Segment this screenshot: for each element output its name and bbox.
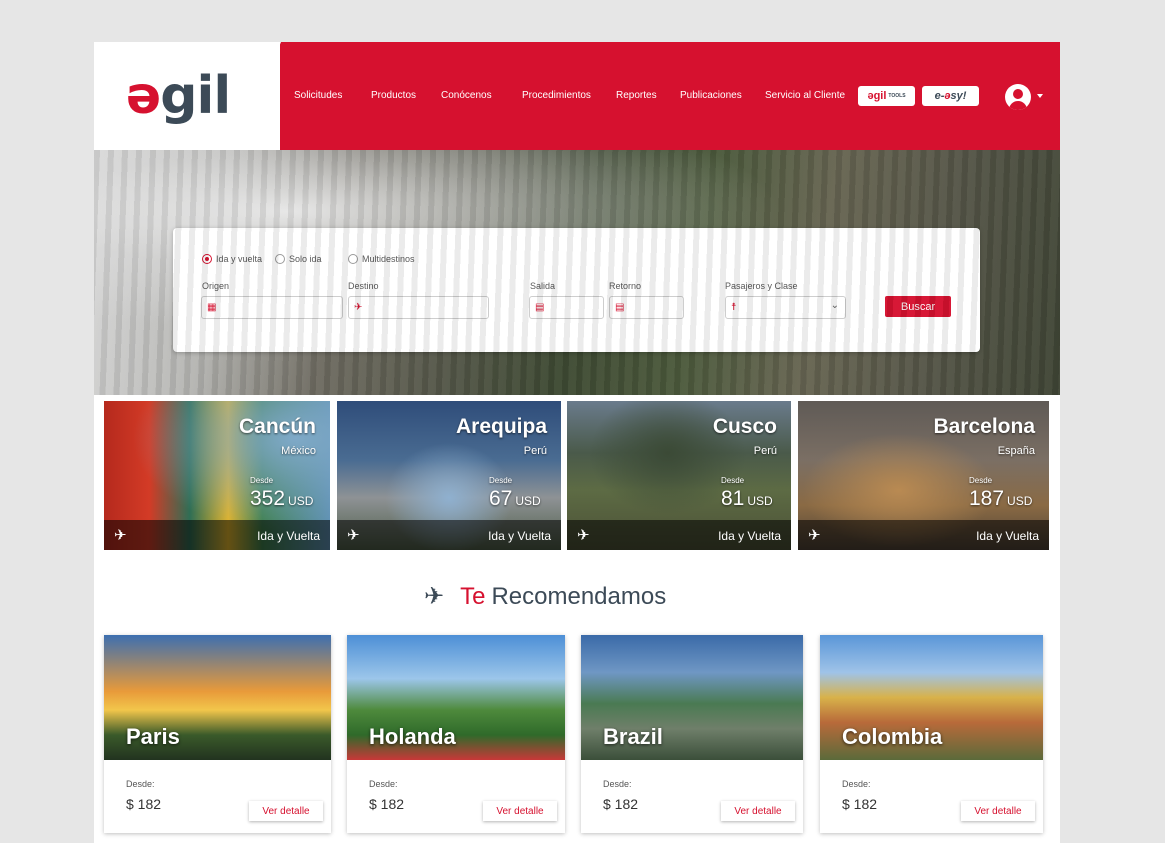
dest-card-cancun[interactable]: Cancún México Desde 352 USD ✈ Ida y Vuelt… bbox=[104, 401, 330, 550]
calendar-icon: ▤ bbox=[615, 302, 625, 313]
dest-price: 81 USD bbox=[721, 487, 773, 510]
dest-city: Barcelona bbox=[933, 415, 1035, 438]
hero-banner: ✈ Solo vuelos ⌂ Hoteles ✈+⌂ Vuelo + Hotel ▣… bbox=[94, 150, 1060, 395]
buscar-button[interactable]: Buscar bbox=[885, 296, 951, 317]
plane-takeoff-icon: ✈ bbox=[424, 583, 445, 610]
dest-price: 352 USD bbox=[250, 487, 314, 510]
briefcase-icon: ▣ bbox=[619, 319, 630, 331]
recommend-title: ✈ Te Recomendamos bbox=[424, 582, 667, 611]
radio-multidestinos[interactable]: Multidestinos bbox=[348, 254, 415, 264]
rec-name: Holanda bbox=[369, 724, 456, 749]
rec-desde: Desde: bbox=[369, 779, 398, 789]
dest-trip-type: Ida y Vuelta bbox=[976, 529, 1039, 543]
destino-label: Destino bbox=[348, 281, 379, 291]
hotel-icon: ⌂ bbox=[353, 319, 360, 331]
salida-date-input[interactable]: ▤ bbox=[529, 296, 604, 319]
nav-solicitudes[interactable]: Solicitudes bbox=[294, 90, 342, 101]
rec-price: $ 182 bbox=[842, 796, 878, 812]
dest-card-barcelona[interactable]: Barcelona España Desde 187 USD ✈ Ida y Vu… bbox=[798, 401, 1049, 550]
rec-name: Colombia bbox=[842, 724, 943, 749]
origen-label: Origen bbox=[202, 281, 230, 291]
ver-detalle-button[interactable]: Ver detalle bbox=[483, 801, 557, 821]
nav-procedimientos[interactable]: Procedimientos bbox=[522, 90, 591, 101]
plane-icon: ✈ bbox=[808, 527, 821, 544]
plane-icon: ✈ bbox=[354, 302, 363, 313]
rec-image[interactable]: Brazil bbox=[581, 635, 803, 760]
agil-tools-button[interactable]: əgil TOOLS bbox=[858, 86, 915, 106]
nav-servicio-cliente[interactable]: Servicio al Cliente bbox=[765, 90, 845, 101]
ver-detalle-button[interactable]: Ver detalle bbox=[721, 801, 795, 821]
ver-detalle-button[interactable]: Ver detalle bbox=[249, 801, 323, 821]
dest-country: Perú bbox=[753, 445, 777, 457]
ver-detalle-button[interactable]: Ver detalle bbox=[961, 801, 1035, 821]
tab-vuelo-hotel[interactable]: ✈+⌂ Vuelo + Hotel bbox=[444, 314, 577, 336]
rec-desde: Desde: bbox=[603, 779, 632, 789]
origen-input[interactable]: ▦ bbox=[201, 296, 343, 319]
rec-image[interactable]: Colombia bbox=[820, 635, 1043, 760]
dest-desde: Desde bbox=[250, 476, 274, 485]
rec-card-colombia: Colombia Desde: $ 182 Ver detalle bbox=[820, 635, 1043, 833]
tab-hoteles[interactable]: ⌂ Hoteles bbox=[309, 314, 442, 336]
dest-desde: Desde bbox=[489, 476, 513, 485]
plane-hotel-icon: ✈+⌂ bbox=[467, 319, 489, 331]
header: əgil Solicitudes Productos Conócenos Pro… bbox=[94, 42, 1060, 150]
nav-publicaciones[interactable]: Publicaciones bbox=[680, 90, 742, 101]
retorno-label: Retorno bbox=[609, 281, 642, 291]
search-form: Ida y vuelta Solo ida Multidestinos Orig… bbox=[173, 228, 980, 352]
retorno-date-input[interactable]: ▤ bbox=[609, 296, 684, 319]
page: əgil Solicitudes Productos Conócenos Pro… bbox=[94, 42, 1060, 843]
nav-productos[interactable]: Productos bbox=[371, 90, 416, 101]
tab-seguros[interactable]: ▣ Seguros bbox=[579, 314, 712, 336]
radio-solo-ida[interactable]: Solo ida bbox=[275, 254, 322, 264]
pasajeros-label: Pasajeros y Clase bbox=[725, 281, 798, 291]
dest-price: 67 USD bbox=[489, 487, 541, 510]
dest-city: Cusco bbox=[712, 415, 777, 438]
calendar-icon: ▤ bbox=[535, 302, 545, 313]
logo-slant bbox=[237, 42, 281, 150]
dest-trip-type: Ida y Vuelta bbox=[488, 529, 551, 543]
rec-card-brazil: Brazil Desde: $ 182 Ver detalle bbox=[581, 635, 803, 833]
tab-solo-vuelos[interactable]: ✈ Solo vuelos bbox=[174, 300, 307, 336]
chevron-down-icon[interactable] bbox=[1037, 94, 1043, 98]
rec-name: Paris bbox=[126, 724, 180, 749]
chevron-down-icon: ⌄ bbox=[830, 300, 839, 311]
easy-button[interactable]: e-ə sy! bbox=[922, 86, 979, 106]
rec-card-holanda: Holanda Desde: $ 182 Ver detalle bbox=[347, 635, 565, 833]
dest-price: 187 USD bbox=[969, 487, 1033, 510]
agil-logo[interactable]: əgil bbox=[126, 66, 231, 126]
radio-ida-vuelta[interactable]: Ida y vuelta bbox=[202, 254, 262, 264]
rec-price: $ 182 bbox=[603, 796, 639, 812]
nav-conocenos[interactable]: Conócenos bbox=[441, 90, 492, 101]
dest-country: México bbox=[281, 445, 316, 457]
rec-price: $ 182 bbox=[126, 796, 162, 812]
dest-country: España bbox=[997, 445, 1035, 457]
plane-icon: ✈ bbox=[207, 314, 217, 325]
rec-desde: Desde: bbox=[842, 779, 871, 789]
dest-desde: Desde bbox=[721, 476, 745, 485]
dest-trip-type: Ida y Vuelta bbox=[257, 529, 320, 543]
dest-card-cusco[interactable]: Cusco Perú Desde 81 USD ✈ Ida y Vuelta bbox=[567, 401, 791, 550]
rec-name: Brazil bbox=[603, 724, 663, 749]
plane-icon: ✈ bbox=[347, 527, 360, 544]
rec-image[interactable]: Holanda bbox=[347, 635, 565, 760]
salida-label: Salida bbox=[530, 281, 556, 291]
plane-icon: ✈ bbox=[114, 527, 127, 544]
rec-price: $ 182 bbox=[369, 796, 405, 812]
plane-icon: ✈ bbox=[577, 527, 590, 544]
rec-card-paris: Paris Desde: $ 182 Ver detalle bbox=[104, 635, 331, 833]
dest-card-arequipa[interactable]: Arequipa Perú Desde 67 USD ✈ Ida y Vuelta bbox=[337, 401, 561, 550]
nav-reportes[interactable]: Reportes bbox=[616, 90, 657, 101]
building-icon: ▦ bbox=[207, 302, 217, 313]
rec-desde: Desde: bbox=[126, 779, 155, 789]
person-icon: ☨ bbox=[731, 302, 737, 313]
dest-city: Arequipa bbox=[455, 415, 547, 438]
destino-input[interactable]: ✈ bbox=[348, 296, 489, 319]
dest-country: Perú bbox=[523, 445, 547, 457]
user-avatar-icon[interactable] bbox=[1005, 84, 1031, 110]
dest-city: Cancún bbox=[238, 415, 316, 438]
dest-desde: Desde bbox=[969, 476, 993, 485]
pasajeros-select[interactable]: ☨ ⌄ bbox=[725, 296, 846, 319]
rec-image[interactable]: Paris bbox=[104, 635, 331, 760]
dest-trip-type: Ida y Vuelta bbox=[718, 529, 781, 543]
